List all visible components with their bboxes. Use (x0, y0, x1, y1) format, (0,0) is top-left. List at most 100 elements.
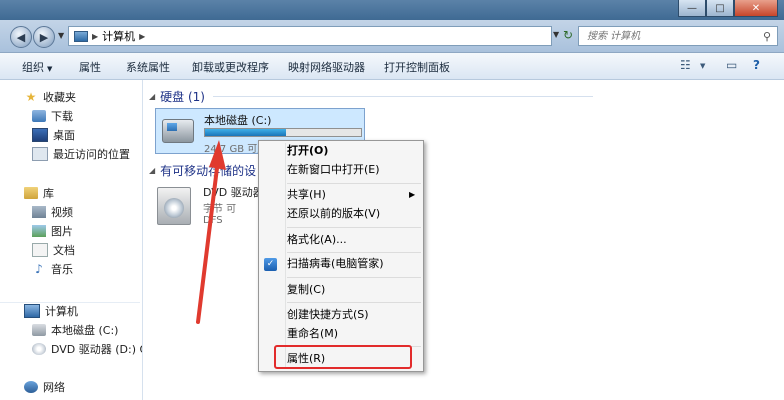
picture-library-icon (32, 225, 46, 237)
nav-item-downloads[interactable]: 下载 (32, 107, 73, 125)
menu-item-rename[interactable]: 重命名(M) (287, 324, 338, 344)
nav-item-label: 图片 (51, 225, 73, 238)
group-divider (212, 96, 593, 97)
address-bar[interactable]: ▶ 计算机 ▶ (68, 26, 552, 46)
recent-places-icon (32, 147, 48, 161)
menu-separator (287, 227, 421, 228)
refresh-icon[interactable]: ↻ (563, 28, 573, 42)
menu-separator (287, 277, 421, 278)
menu-item-format[interactable]: 格式化(A)... (287, 230, 347, 250)
system-properties-button[interactable]: 系统属性 (126, 59, 170, 75)
nav-computer[interactable]: 计算机 (24, 302, 78, 320)
shield-icon: ✓ (264, 258, 277, 271)
dvd-drive-icon[interactable] (157, 187, 191, 225)
nav-item-label: 下载 (51, 110, 73, 123)
help-icon[interactable]: ? (753, 58, 760, 72)
dvd-drive-capacity: 字节 可 (203, 204, 237, 215)
breadcrumb-separator-icon[interactable]: ▶ (139, 32, 145, 41)
organize-button[interactable]: 组织 ▼ (22, 59, 52, 75)
nav-favorites-label: 收藏夹 (43, 91, 76, 104)
menu-item-create-shortcut[interactable]: 创建快捷方式(S) (287, 305, 369, 325)
nav-libraries[interactable]: 库 (24, 184, 54, 202)
search-input[interactable] (585, 29, 759, 43)
nav-item-label: 文档 (53, 244, 75, 257)
maximize-button[interactable]: □ (706, 0, 734, 17)
properties-highlight-box (274, 345, 412, 369)
command-bar: 组织 ▼ 属性 系统属性 卸载或更改程序 映射网络驱动器 打开控制面板 ☷ ▼ ▭… (0, 53, 784, 80)
navigation-pane: ★ 收藏夹 下载 桌面 最近访问的位置 库 视频 图片 文档 ♪ 音乐 计算机 … (0, 80, 143, 400)
nav-item-label: 最近访问的位置 (53, 148, 130, 161)
nav-favorites[interactable]: ★ 收藏夹 (24, 88, 76, 106)
search-box[interactable]: ⚲ (578, 26, 778, 46)
network-icon (24, 381, 38, 393)
nav-item-desktop[interactable]: 桌面 (32, 126, 75, 144)
dvd-drive-filesystem: DFS (203, 215, 223, 226)
menu-item-label: 共享(H) (287, 188, 326, 201)
nav-libraries-label: 库 (43, 187, 54, 200)
nav-computer-label: 计算机 (45, 305, 78, 318)
drive-usage-bar (204, 128, 362, 137)
search-icon[interactable]: ⚲ (763, 30, 771, 43)
dvd-drive-name[interactable]: DVD 驱动器 (203, 184, 264, 200)
group-header-removable[interactable]: ◢ 有可移动存储的设 (149, 162, 256, 179)
address-row: ◀ ▶ ▼ ▶ 计算机 ▶ ▼ ↻ ⚲ (0, 20, 784, 53)
close-button[interactable]: ✕ (734, 0, 778, 17)
open-control-panel-button[interactable]: 打开控制面板 (384, 59, 450, 75)
context-menu: 打开(O) 在新窗口中打开(E) 共享(H) ▶ 还原以前的版本(V) 格式化(A… (258, 140, 424, 372)
menu-item-restore-versions[interactable]: 还原以前的版本(V) (287, 204, 380, 224)
preview-pane-icon[interactable]: ▭ (726, 58, 737, 72)
nav-network-label: 网络 (43, 381, 65, 394)
hard-disk-icon (32, 324, 46, 336)
nav-item-dvd-drive[interactable]: DVD 驱动器 (D:) OI (32, 340, 143, 358)
recent-pages-dropdown-icon[interactable]: ▼ (58, 31, 64, 40)
collapse-triangle-icon[interactable]: ◢ (149, 166, 155, 175)
view-options-icon[interactable]: ☷ (680, 58, 691, 72)
title-bar: — □ ✕ (0, 0, 784, 20)
view-dropdown-icon[interactable]: ▼ (700, 62, 705, 70)
submenu-arrow-icon: ▶ (409, 190, 416, 199)
menu-item-share[interactable]: 共享(H) ▶ (287, 185, 415, 205)
nav-item-recent-places[interactable]: 最近访问的位置 (32, 145, 130, 163)
nav-item-documents[interactable]: 文档 (32, 241, 75, 259)
nav-item-pictures[interactable]: 图片 (32, 222, 73, 240)
menu-separator (287, 183, 421, 184)
nav-item-label: 视频 (51, 206, 73, 219)
nav-item-label: DVD 驱动器 (D:) OI (51, 343, 143, 356)
chevron-down-icon: ▼ (47, 65, 53, 73)
desktop-icon (32, 128, 48, 142)
properties-button[interactable]: 属性 (79, 59, 101, 75)
menu-item-copy[interactable]: 复制(C) (287, 280, 325, 300)
computer-icon (24, 304, 40, 318)
computer-icon (74, 30, 88, 42)
star-icon: ★ (25, 90, 37, 104)
menu-separator (287, 252, 421, 253)
collapse-triangle-icon[interactable]: ◢ (149, 92, 155, 101)
video-library-icon (32, 206, 46, 218)
back-button[interactable]: ◀ (10, 26, 32, 48)
minimize-button[interactable]: — (678, 0, 706, 17)
menu-item-scan-virus[interactable]: 扫描病毒(电脑管家) (287, 254, 384, 274)
menu-item-open-new-window[interactable]: 在新窗口中打开(E) (287, 160, 380, 180)
document-library-icon (32, 243, 48, 257)
nav-item-videos[interactable]: 视频 (32, 203, 73, 221)
map-network-drive-button[interactable]: 映射网络驱动器 (288, 59, 365, 75)
hard-disk-icon (162, 119, 194, 143)
drive-usage-fill (205, 129, 287, 136)
address-dropdown-icon[interactable]: ▼ (553, 30, 559, 39)
nav-item-music[interactable]: ♪ 音乐 (32, 260, 73, 278)
uninstall-program-button[interactable]: 卸载或更改程序 (192, 59, 269, 75)
library-icon (24, 187, 38, 199)
nav-item-label: 桌面 (53, 129, 75, 142)
forward-button[interactable]: ▶ (33, 26, 55, 48)
breadcrumb-separator-icon[interactable]: ▶ (92, 32, 98, 41)
nav-item-local-disk-c[interactable]: 本地磁盘 (C:) (32, 321, 118, 339)
breadcrumb-computer[interactable]: 计算机 (102, 28, 135, 44)
window-controls: — □ ✕ (678, 0, 778, 17)
group-header-label: 有可移动存储的设 (160, 164, 257, 178)
group-header-label: 硬盘 (1) (160, 90, 205, 104)
group-header-hard-disks[interactable]: ◢ 硬盘 (1) (149, 88, 593, 105)
menu-separator (287, 302, 421, 303)
downloads-folder-icon (32, 110, 46, 122)
menu-item-open[interactable]: 打开(O) (287, 141, 328, 161)
nav-network[interactable]: 网络 (24, 378, 65, 396)
